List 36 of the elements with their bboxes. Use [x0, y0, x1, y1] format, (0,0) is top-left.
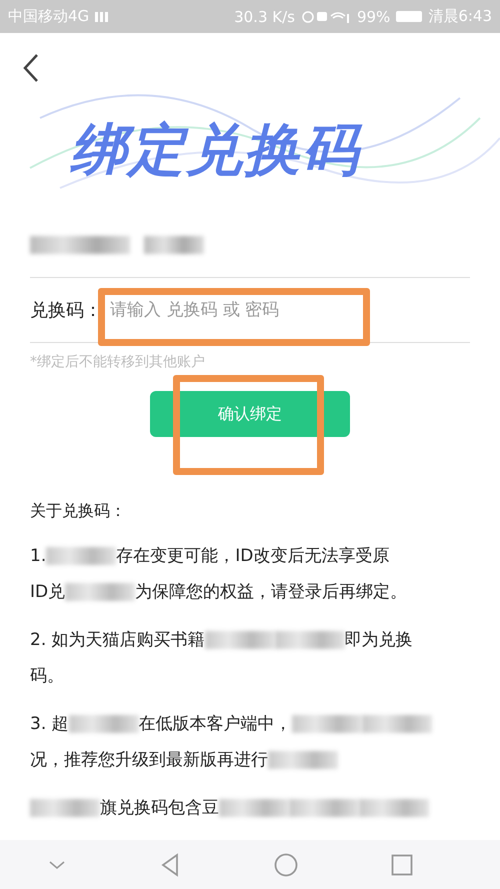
blurred-text	[268, 751, 338, 770]
blurred-text	[292, 715, 362, 734]
paragraph-text: 2. 如为天猫店购买书籍	[30, 630, 205, 650]
signal-icon	[95, 12, 110, 22]
blurred-text	[204, 631, 275, 650]
paragraph-text: 为保障您的权益，请登录后再绑定。	[135, 582, 408, 602]
hint-text: *绑定后不能转移到其他账户	[30, 353, 206, 371]
section-title: 关于兑换码：	[30, 501, 127, 522]
blurred-text	[68, 715, 139, 734]
back-icon[interactable]	[22, 53, 40, 83]
page-title: 绑定兑换码	[70, 113, 360, 189]
blurred-text	[289, 799, 359, 818]
confirm-button[interactable]: 确认绑定	[150, 391, 350, 437]
paragraph-text: ID兑	[30, 582, 66, 602]
paragraph-text: 存在变更可能，ID改变后无法享受原	[116, 546, 390, 566]
paragraph-text: 1.	[30, 546, 46, 566]
battery-icon	[396, 11, 422, 22]
blurred-text	[274, 631, 345, 650]
status-icons	[300, 10, 351, 24]
blurred-text	[219, 799, 289, 818]
paragraph-text: 即为兑换	[344, 630, 413, 650]
blurred-account	[144, 236, 204, 254]
paragraph-text: 在低版本客户端中，	[138, 714, 292, 734]
paragraph-text: 3. 超	[30, 714, 69, 734]
blurred-text	[46, 547, 116, 566]
blurred-text	[30, 799, 100, 818]
field-label: 兑换码：	[30, 299, 102, 322]
recents-icon[interactable]	[391, 854, 414, 876]
chevron-down-icon[interactable]	[46, 858, 67, 870]
paragraph-text: 况，推荐您升级到最新版再进行	[30, 750, 268, 770]
blurred-text	[65, 583, 136, 602]
blurred-text	[359, 799, 429, 818]
blurred-text	[362, 715, 432, 734]
home-icon[interactable]	[274, 852, 298, 876]
paragraph-text: 码。	[30, 666, 64, 686]
paragraph-text: 旗兑换码包含豆	[100, 798, 219, 818]
